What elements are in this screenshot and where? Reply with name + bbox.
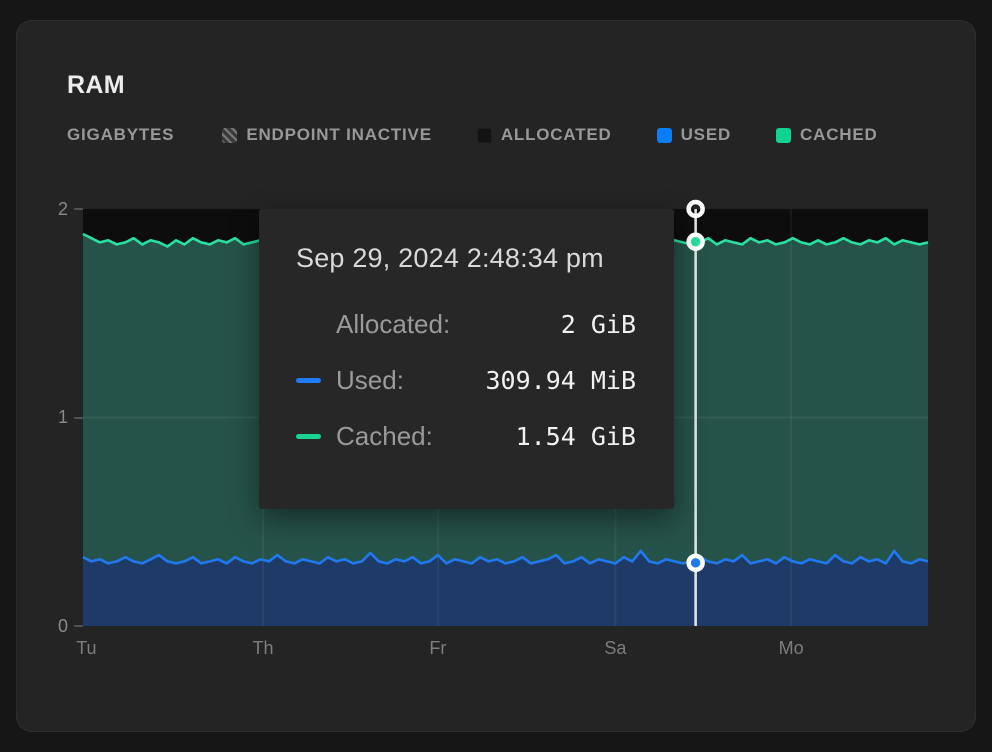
x-tick-label: Tu <box>76 638 96 659</box>
legend-item-used[interactable]: USED <box>657 125 731 145</box>
tooltip-rows: Allocated: 2 GiB Used: 309.94 MiB Cached… <box>296 307 636 453</box>
hatch-swatch-icon <box>222 128 237 143</box>
tooltip-row-cached: Cached: 1.54 GiB <box>296 419 636 453</box>
chart-tooltip: Sep 29, 2024 2:48:34 pm Allocated: 2 GiB… <box>259 209 674 509</box>
cached-cursor-marker-icon <box>689 235 703 249</box>
legend-item-cached[interactable]: CACHED <box>776 125 878 145</box>
used-cursor-marker-icon <box>689 556 703 570</box>
chart-legend: GIGABYTES ENDPOINT INACTIVE ALLOCATED US… <box>67 124 878 146</box>
tooltip-row-label: Used: <box>336 365 404 396</box>
y-tick-label: 1 <box>29 408 83 428</box>
legend-item-label: CACHED <box>800 125 878 145</box>
page-background: RAM GIGABYTES ENDPOINT INACTIVE ALLOCATE… <box>0 0 992 752</box>
x-axis: TuThFrSaMo <box>83 638 928 662</box>
x-tick-label: Fr <box>429 638 446 659</box>
tooltip-timestamp: Sep 29, 2024 2:48:34 pm <box>296 243 636 274</box>
used-swatch-icon <box>657 128 672 143</box>
tooltip-row-label: Allocated: <box>336 309 450 340</box>
legend-item-label: ALLOCATED <box>501 125 612 145</box>
y-tick-label: 0 <box>29 616 83 636</box>
legend-item-label: ENDPOINT INACTIVE <box>246 125 432 145</box>
x-tick-label: Th <box>252 638 273 659</box>
x-tick-label: Sa <box>604 638 626 659</box>
used-dash-icon <box>296 378 321 383</box>
tooltip-row-label: Cached: <box>336 421 433 452</box>
cached-dash-icon <box>296 434 321 439</box>
tooltip-row-value: 309.94 MiB <box>404 366 636 395</box>
legend-item-allocated[interactable]: ALLOCATED <box>477 125 612 145</box>
x-tick-label: Mo <box>779 638 804 659</box>
tooltip-row-allocated: Allocated: 2 GiB <box>296 307 636 341</box>
page-title: RAM <box>67 71 125 100</box>
cached-swatch-icon <box>776 128 791 143</box>
unit-label: GIGABYTES <box>67 125 174 145</box>
allocated-swatch-icon <box>477 128 492 143</box>
ram-metrics-card: RAM GIGABYTES ENDPOINT INACTIVE ALLOCATE… <box>16 20 976 732</box>
tooltip-row-value: 1.54 GiB <box>433 422 636 451</box>
legend-item-label: USED <box>681 125 731 145</box>
tooltip-row-used: Used: 309.94 MiB <box>296 363 636 397</box>
tooltip-row-value: 2 GiB <box>450 310 636 339</box>
legend-item-endpoint-inactive[interactable]: ENDPOINT INACTIVE <box>222 125 432 145</box>
y-axis: 012 <box>29 209 83 626</box>
allocated-cursor-marker-icon <box>689 202 703 216</box>
y-tick-label: 2 <box>29 199 83 219</box>
